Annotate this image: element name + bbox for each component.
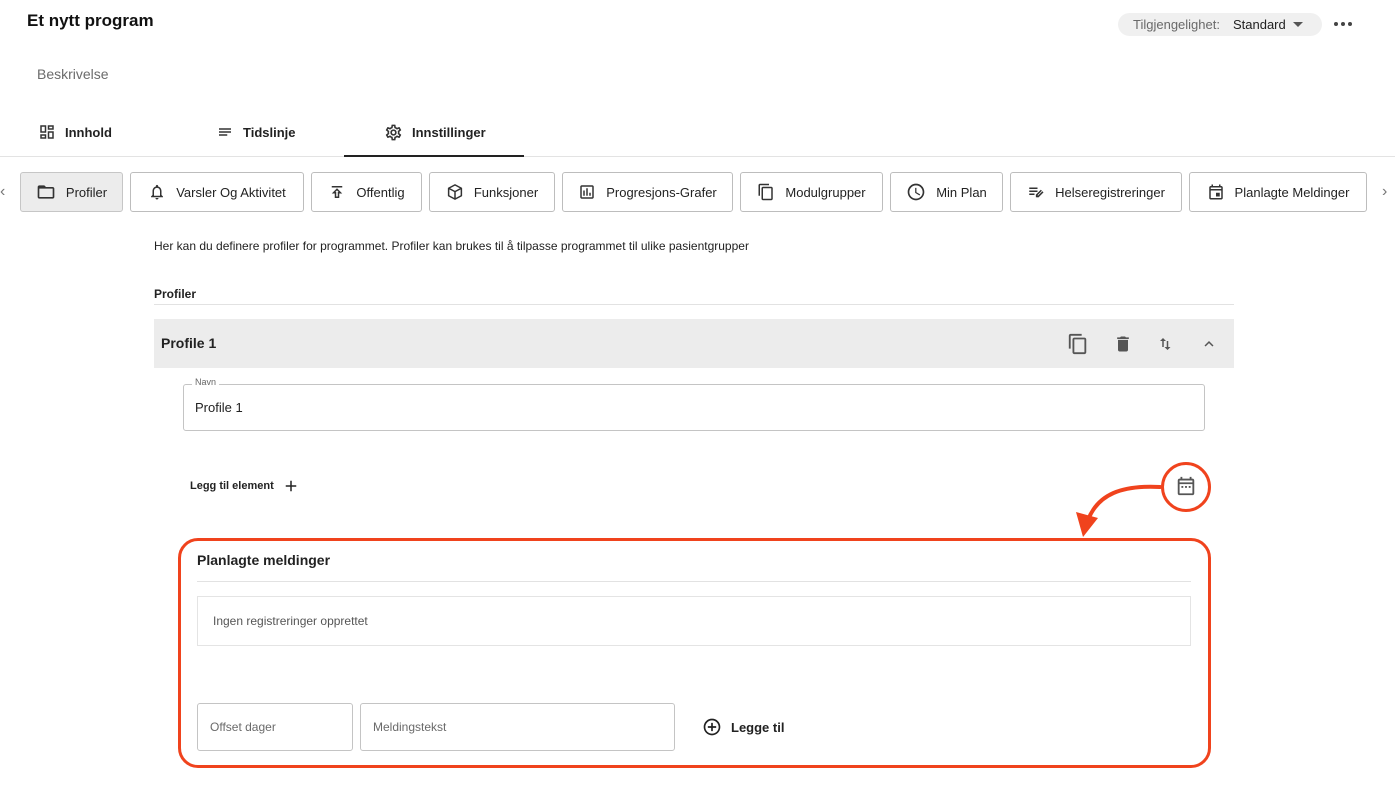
subtab-label: Varsler Og Aktivitet (176, 184, 286, 200)
scheduled-messages-title: Planlagte meldinger (197, 552, 331, 568)
empty-state: Ingen registreringer opprettet (197, 596, 1191, 646)
subtab-offentlig[interactable]: Offentlig (311, 172, 422, 212)
scroll-right-icon[interactable]: › (1382, 183, 1387, 201)
subtab-progresjons-grafer[interactable]: Progresjons-Grafer (562, 172, 733, 212)
dot-icon (1341, 22, 1345, 26)
offset-days-input[interactable] (197, 703, 353, 751)
subtab-label: Profiler (65, 184, 108, 200)
dot-icon (1348, 22, 1352, 26)
collapse-profile-button[interactable] (1197, 332, 1221, 356)
availability-label: Tilgjengelighet: (1133, 17, 1220, 32)
scroll-left-icon[interactable]: ‹ (0, 183, 5, 201)
tab-innstillinger[interactable]: Innstillinger (384, 113, 486, 151)
tab-label: Innhold (65, 124, 112, 140)
tab-innhold[interactable]: Innhold (38, 113, 112, 151)
edit-list-icon (1029, 187, 1044, 198)
active-tab-indicator (344, 155, 524, 157)
more-options-button[interactable] (1333, 14, 1353, 34)
delete-profile-button[interactable] (1111, 332, 1135, 356)
subtab-label: Funksjoner (473, 184, 539, 200)
tab-label: Tidslinje (243, 124, 296, 140)
profile-name-field-label: Navn (192, 377, 220, 387)
duplicate-profile-button[interactable] (1066, 332, 1090, 356)
add-element-button[interactable]: Legg til element (190, 477, 300, 495)
scheduled-messages-divider (197, 581, 1191, 582)
folder-icon (37, 185, 55, 199)
subtab-label: Helseregistreringer (1055, 184, 1165, 200)
plus-icon (285, 480, 296, 492)
gear-icon (385, 124, 402, 140)
subtab-planlagte-meldinger[interactable]: Planlagte Meldinger (1189, 172, 1367, 212)
trash-icon (1117, 336, 1129, 352)
profiles-divider (154, 304, 1234, 305)
clock-icon (907, 183, 925, 201)
profile-name: Profile 1 (161, 335, 217, 351)
page-title: Et nytt program (27, 11, 154, 30)
intro-text: Her kan du definere profiler for program… (154, 239, 749, 253)
bell-icon (151, 184, 164, 200)
subtab-label: Planlagte Meldinger (1234, 184, 1350, 200)
lines-icon (219, 128, 231, 136)
cube-icon (447, 184, 462, 200)
message-text-input[interactable] (360, 703, 675, 751)
subtab-varsler[interactable]: Varsler Og Aktivitet (130, 172, 304, 212)
subtab-profiler[interactable]: Profiler (20, 172, 123, 212)
dashboard-icon (40, 125, 54, 139)
availability-value: Standard (1232, 17, 1286, 32)
chevron-up-icon (1204, 341, 1214, 347)
annotation-arrow (1076, 484, 1162, 537)
subtab-min-plan[interactable]: Min Plan (890, 172, 1003, 212)
copy-icon (1068, 333, 1087, 355)
bar-chart-icon (580, 185, 594, 199)
tab-divider (0, 156, 1395, 157)
subtab-funksjoner[interactable]: Funksjoner (429, 172, 555, 212)
reorder-profile-button[interactable] (1154, 332, 1178, 356)
caret-down-icon (1292, 22, 1303, 27)
add-message-label: Legge til (731, 719, 785, 735)
add-element-label: Legg til element (190, 480, 274, 492)
subtab-label: Progresjons-Grafer (606, 184, 717, 200)
tab-tidslinje[interactable]: Tidslinje (216, 113, 296, 151)
description-field[interactable]: Beskrivelse (37, 66, 109, 82)
add-message-button[interactable]: Legge til (702, 717, 784, 737)
subtab-label: Min Plan (936, 184, 987, 200)
subtab-label: Modulgrupper (785, 184, 866, 200)
calendar-icon (1208, 184, 1223, 200)
swap-vertical-icon (1160, 338, 1171, 350)
profiles-heading: Profiler (154, 287, 197, 301)
subtab-label: Offentlig (356, 184, 405, 200)
profile-name-field[interactable]: Profile 1 (183, 384, 1205, 431)
subtab-modulgrupper[interactable]: Modulgrupper (740, 172, 883, 212)
subtab-helseregistreringer[interactable]: Helseregistreringer (1010, 172, 1182, 212)
add-circle-icon (703, 718, 721, 736)
copy-icon (758, 183, 774, 201)
publish-icon (332, 186, 343, 198)
dot-icon (1334, 22, 1338, 26)
tab-label: Innstillinger (412, 124, 486, 140)
availability-select[interactable]: Tilgjengelighet: Standard (1118, 13, 1322, 36)
